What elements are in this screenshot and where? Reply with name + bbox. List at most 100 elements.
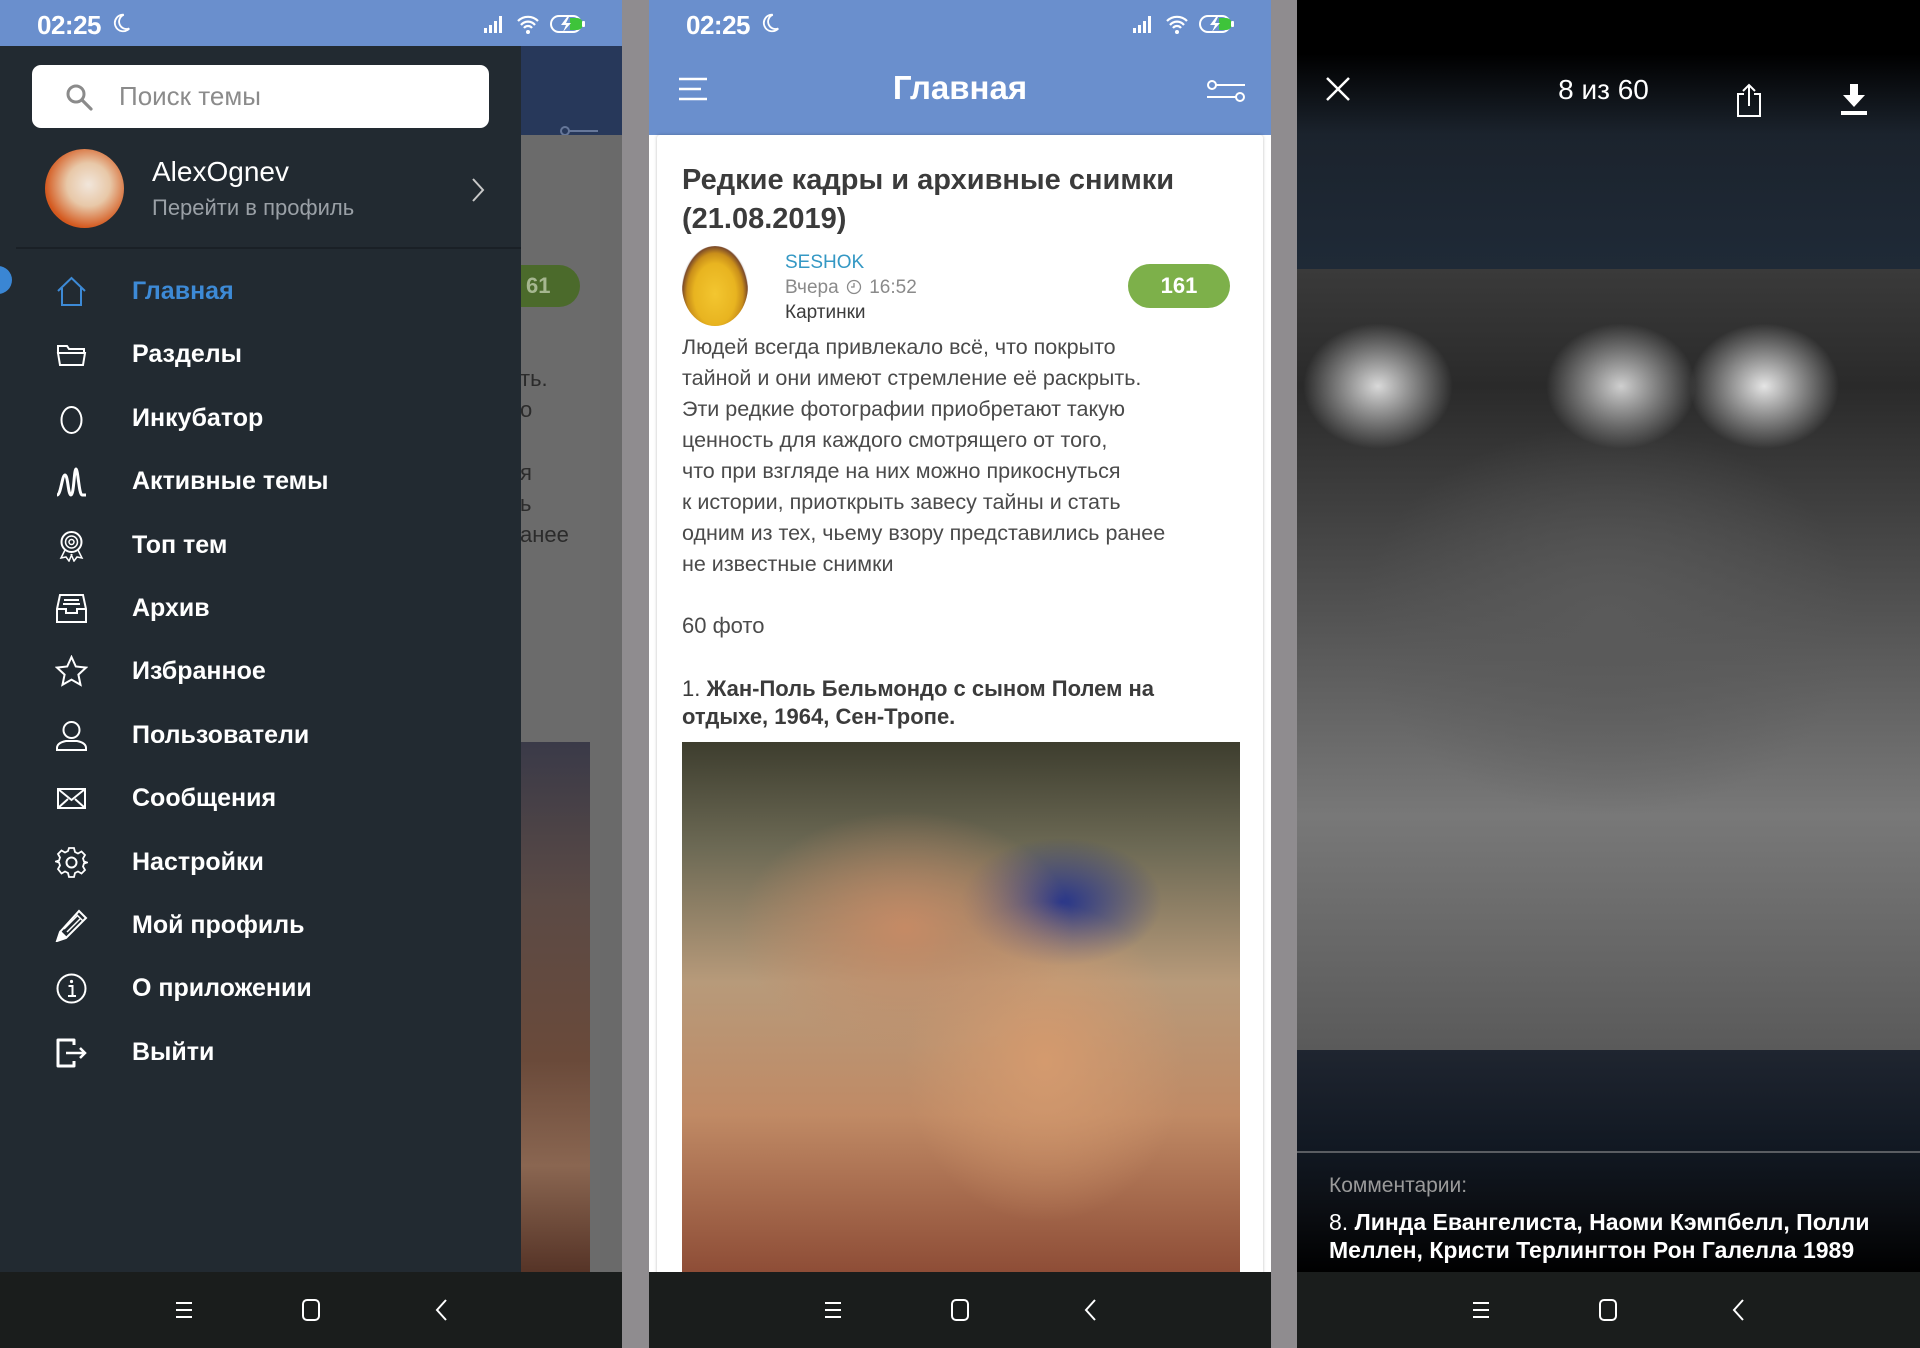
menu-item-active-topics[interactable]: Активные темы — [0, 451, 521, 514]
menu-item-incubator[interactable]: Инкубатор — [0, 388, 521, 451]
comments-panel: Комментарии: 8. Линда Евангелиста, Наоми… — [1297, 1050, 1920, 1273]
pencil-icon — [55, 909, 88, 942]
post-date: Вчера — [785, 277, 839, 298]
logout-icon — [56, 1038, 87, 1068]
back-button[interactable] — [428, 1296, 456, 1324]
archive-icon — [56, 593, 87, 623]
fullscreen-photo[interactable] — [1297, 269, 1920, 1050]
folder-icon — [56, 345, 87, 367]
menu-item-archive[interactable]: Архив — [0, 578, 521, 641]
menu-item-top-topics[interactable]: Топ тем — [0, 515, 521, 578]
menu-item-favorites[interactable]: Избранное — [0, 641, 521, 704]
battery-icon — [1199, 15, 1234, 33]
comment-number: 8. — [1329, 1209, 1355, 1235]
screen-photo-viewer: 8 из 60 Комментарии: 8. Линда Евангелист… — [1297, 0, 1920, 1348]
divider — [1297, 1151, 1920, 1153]
menu-item-home[interactable]: Главная — [0, 261, 521, 324]
moon-icon — [113, 13, 130, 33]
profile-link[interactable]: AlexOgnev Перейти в профиль — [0, 146, 521, 246]
screen-feed: 02:25 Главная Редкие кадры и архивные сн… — [649, 0, 1271, 1348]
username: AlexOgnev — [152, 156, 289, 187]
post-timestamp: Вчера 16:52 — [785, 277, 917, 299]
status-bar: 02:25 — [649, 0, 1271, 46]
topic-search-input[interactable]: Поиск темы — [32, 65, 489, 128]
menu-item-sections[interactable]: Разделы — [0, 324, 521, 387]
system-nav-bar — [649, 1272, 1271, 1348]
system-nav-bar — [1297, 1272, 1920, 1348]
home-button[interactable] — [1594, 1296, 1622, 1324]
gear-icon — [55, 846, 88, 878]
search-placeholder: Поиск темы — [119, 81, 261, 111]
drawer-menu: Главная Разделы Инкубатор Активные темы … — [0, 261, 521, 1085]
menu-item-label: Выйти — [132, 1037, 215, 1066]
menu-item-label: Сообщения — [132, 784, 277, 813]
menu-item-label: Избранное — [132, 657, 266, 686]
comments-label: Комментарии: — [1329, 1174, 1468, 1197]
menu-item-label: Архив — [132, 593, 210, 622]
caption-text: Жан-Поль Бельмондо с сыном Полем на отды… — [682, 676, 1154, 729]
screen-drawer: 02:25 61 ть. о я ь анее Поиск темы AlexO… — [0, 0, 622, 1348]
battery-icon — [550, 15, 585, 33]
chevron-right-icon — [472, 178, 485, 202]
system-icons — [484, 14, 586, 34]
post-title[interactable]: Редкие кадры и архивные снимки (21.08.20… — [682, 161, 1242, 239]
photo-comment: 8. Линда Евангелиста, Наоми Кэмпбелл, По… — [1329, 1208, 1899, 1264]
dimmed-text-fragment: анее — [520, 522, 569, 547]
signal-icon — [484, 16, 502, 33]
post-card[interactable]: Редкие кадры и архивные снимки (21.08.20… — [657, 135, 1263, 1275]
menu-item-label: Главная — [132, 277, 234, 305]
status-time: 02:25 — [686, 10, 751, 40]
back-button[interactable] — [1725, 1296, 1753, 1324]
recents-button[interactable] — [1467, 1296, 1495, 1324]
comment-text: Линда Евангелиста, Наоми Кэмпбелл, Полли… — [1329, 1209, 1870, 1263]
info-icon — [56, 973, 87, 1004]
recents-button[interactable] — [170, 1296, 198, 1324]
count-badge[interactable]: 161 — [1128, 264, 1230, 308]
dimmed-text-fragment: о — [520, 397, 533, 422]
divider — [16, 247, 521, 249]
author-name[interactable]: SESHOK — [785, 252, 864, 274]
share-icon[interactable] — [1736, 82, 1762, 118]
menu-item-label: Активные темы — [132, 467, 329, 496]
author-avatar[interactable] — [682, 246, 748, 326]
navigation-drawer: Поиск темы AlexOgnev Перейти в профиль Г… — [0, 46, 521, 1273]
app-header: Главная — [649, 46, 1271, 135]
post-body: Людей всегда привлекало всё, что покрыто… — [682, 332, 1252, 580]
menu-item-logout[interactable]: Выйти — [0, 1022, 521, 1085]
menu-item-label: Пользователи — [132, 720, 310, 749]
menu-item-label: Разделы — [132, 340, 242, 369]
status-bar: 02:25 — [0, 0, 622, 46]
home-button[interactable] — [297, 1296, 325, 1324]
search-icon — [66, 84, 93, 111]
menu-item-my-profile[interactable]: Мой профиль — [0, 895, 521, 958]
photo-caption: 1. Жан-Поль Бельмондо с сыном Полем на о… — [682, 675, 1242, 731]
menu-item-settings[interactable]: Настройки — [0, 832, 521, 895]
dimmed-text-fragment: я — [520, 460, 532, 485]
menu-item-about[interactable]: О приложении — [0, 958, 521, 1021]
wifi-icon — [517, 15, 539, 34]
photo-count: 60 фото — [682, 613, 765, 638]
home-icon — [57, 276, 86, 306]
clock-icon — [846, 279, 862, 295]
post-time: 16:52 — [869, 277, 917, 298]
activity-icon — [56, 467, 86, 497]
menu-item-label: Топ тем — [132, 530, 228, 559]
photo-counter: 8 из 60 — [1558, 74, 1649, 105]
menu-item-users[interactable]: Пользователи — [0, 705, 521, 768]
menu-item-label: Инкубатор — [132, 403, 264, 432]
status-time: 02:25 — [37, 10, 102, 40]
download-icon[interactable] — [1841, 84, 1867, 116]
menu-item-label: О приложении — [132, 974, 312, 1003]
recents-button[interactable] — [819, 1296, 847, 1324]
post-category[interactable]: Картинки — [785, 302, 866, 324]
wifi-icon — [1166, 15, 1188, 34]
filter-icon[interactable] — [1207, 80, 1245, 102]
post-photo[interactable] — [682, 742, 1240, 1275]
home-button[interactable] — [946, 1296, 974, 1324]
system-icons — [1133, 14, 1235, 34]
system-nav-bar — [0, 1272, 622, 1348]
avatar — [45, 149, 124, 228]
menu-item-messages[interactable]: Сообщения — [0, 768, 521, 831]
egg-icon — [60, 405, 83, 434]
back-button[interactable] — [1077, 1296, 1105, 1324]
